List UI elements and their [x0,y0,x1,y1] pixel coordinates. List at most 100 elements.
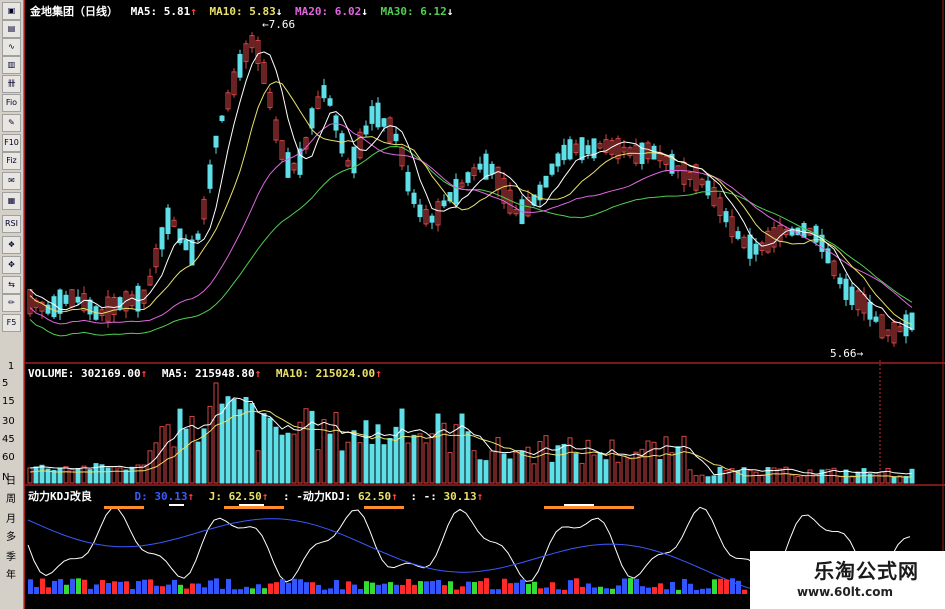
period-3[interactable]: 多 [0,528,22,543]
toolbar-button-11[interactable]: RSI [2,215,21,233]
toolbar-button-5[interactable]: Fio [2,94,21,112]
volume-bar [705,476,711,484]
toolbar-button-9[interactable]: ✉ [2,172,21,190]
volume-header: VOLUME: 302169.00↑ MA5: 215948.80↑ MA10:… [28,367,382,380]
volume-bar [303,408,309,484]
toolbar-button-6[interactable]: ✎ [2,114,21,132]
kdj-tail-label: : -: [410,490,444,503]
period-2[interactable]: 月 [0,510,22,525]
signal-strip [104,506,144,509]
candle-body [393,133,399,142]
volume-bar [693,475,699,484]
ma10-label: MA10: [209,5,250,18]
volume-bar [153,442,159,484]
ma30-arrow: ↓ [446,5,454,18]
volume-bar [561,443,567,484]
toolbar-button-3[interactable]: ▥ [2,56,21,74]
volume-bar [573,453,579,484]
kdj-histogram-bar [316,584,321,594]
candle-body [567,139,573,160]
volume-bar [555,445,561,484]
volume-bar [327,433,333,484]
volume-bar [453,424,459,484]
period-4[interactable]: 季 [0,548,22,563]
candle-body [369,106,375,124]
candle-body [183,239,189,251]
kdj-histogram-bar [700,588,705,594]
volume-bar [405,442,411,484]
candle-body [723,211,729,223]
kdj-name: 动力KDJ改良 [28,490,92,503]
candle-body [135,285,141,312]
kdj-histogram-bar [382,583,387,594]
kdj-histogram-bar [394,584,399,594]
toolbar-button-4[interactable]: 卌 [2,75,21,93]
toolbar-button-15[interactable]: ✏ [2,294,21,312]
ma10-arrow: ↓ [275,5,283,18]
kdj-j-value: 62.50 [228,490,262,503]
kdj-histogram-bar [280,578,285,594]
kdj-histogram-bar [370,582,375,594]
toolbar-button-8[interactable]: Fiz [2,152,21,170]
volume-bar [429,433,435,484]
volume-bar [867,473,873,484]
toolbar-button-0[interactable]: ▣ [2,2,21,20]
kdj-histogram-bar [376,584,381,594]
ma10-line [29,81,913,325]
volume-bar [597,452,603,484]
kdj-histogram-bar [274,582,279,594]
volume-bar [633,451,639,484]
volume-bar [585,439,591,484]
ma5-label: MA5: [130,5,164,18]
toolbar-button-16[interactable]: F5 [2,314,21,332]
kdj-histogram-bar [88,588,93,594]
kdj-histogram-bar [424,581,429,594]
candle-body [321,85,327,99]
signal-strip [544,506,634,509]
volume-bar [489,450,495,484]
candle-body [411,192,417,204]
watermark-title: 乐淘公式网 [814,559,919,583]
period-5[interactable]: 年 [0,566,22,581]
kdj-histogram-bar [634,578,639,594]
toolbar-button-10[interactable]: ▦ [2,192,21,210]
period-1[interactable]: 周 [0,490,22,505]
volume-axis-tick: 30 [2,416,15,427]
kdj-j-label: J: [208,490,229,503]
toolbar-button-12[interactable]: ❖ [2,236,21,254]
candle-body [747,234,753,259]
kdj-histogram-bar [688,583,693,594]
kdj-histogram-bar [256,584,261,594]
toolbar-button-13[interactable]: ✥ [2,256,21,274]
kdj-histogram-bar [292,578,297,594]
candle-body [363,125,369,135]
kdj-histogram-bar [646,587,651,594]
high-arrow: ← [262,18,269,31]
kdj-histogram-bar [34,587,39,594]
candle-body [465,172,471,183]
kdj-histogram-bar [610,588,615,594]
watermark-url: www.60lt.com [796,585,893,599]
kdj-histogram-bar [172,579,177,594]
toolbar-button-14[interactable]: ⇆ [2,276,21,294]
volume-bar [63,466,69,484]
kdj-histogram-bar [76,578,81,594]
toolbar-button-1[interactable]: ▤ [2,20,21,38]
volume-bar [603,459,609,484]
toolbar-button-7[interactable]: F10 [2,134,21,152]
volume-bar [225,396,231,484]
kdj-histogram-bar [658,583,663,594]
high-price: 7.66 [268,18,296,31]
period-0[interactable]: 日 [0,472,22,487]
kdj-histogram-bar [652,587,657,594]
kdj-histogram-bar [622,578,627,594]
ma30-value: 6.12 [420,5,447,18]
volume-bar [177,408,183,484]
kdj-histogram-bar [28,579,33,594]
toolbar-button-2[interactable]: ∿ [2,38,21,56]
volume-bar [471,450,477,484]
candle-body [405,171,411,192]
kdj-histogram-bar [154,585,159,594]
candle-body [549,163,555,175]
volume-bar [75,468,81,484]
